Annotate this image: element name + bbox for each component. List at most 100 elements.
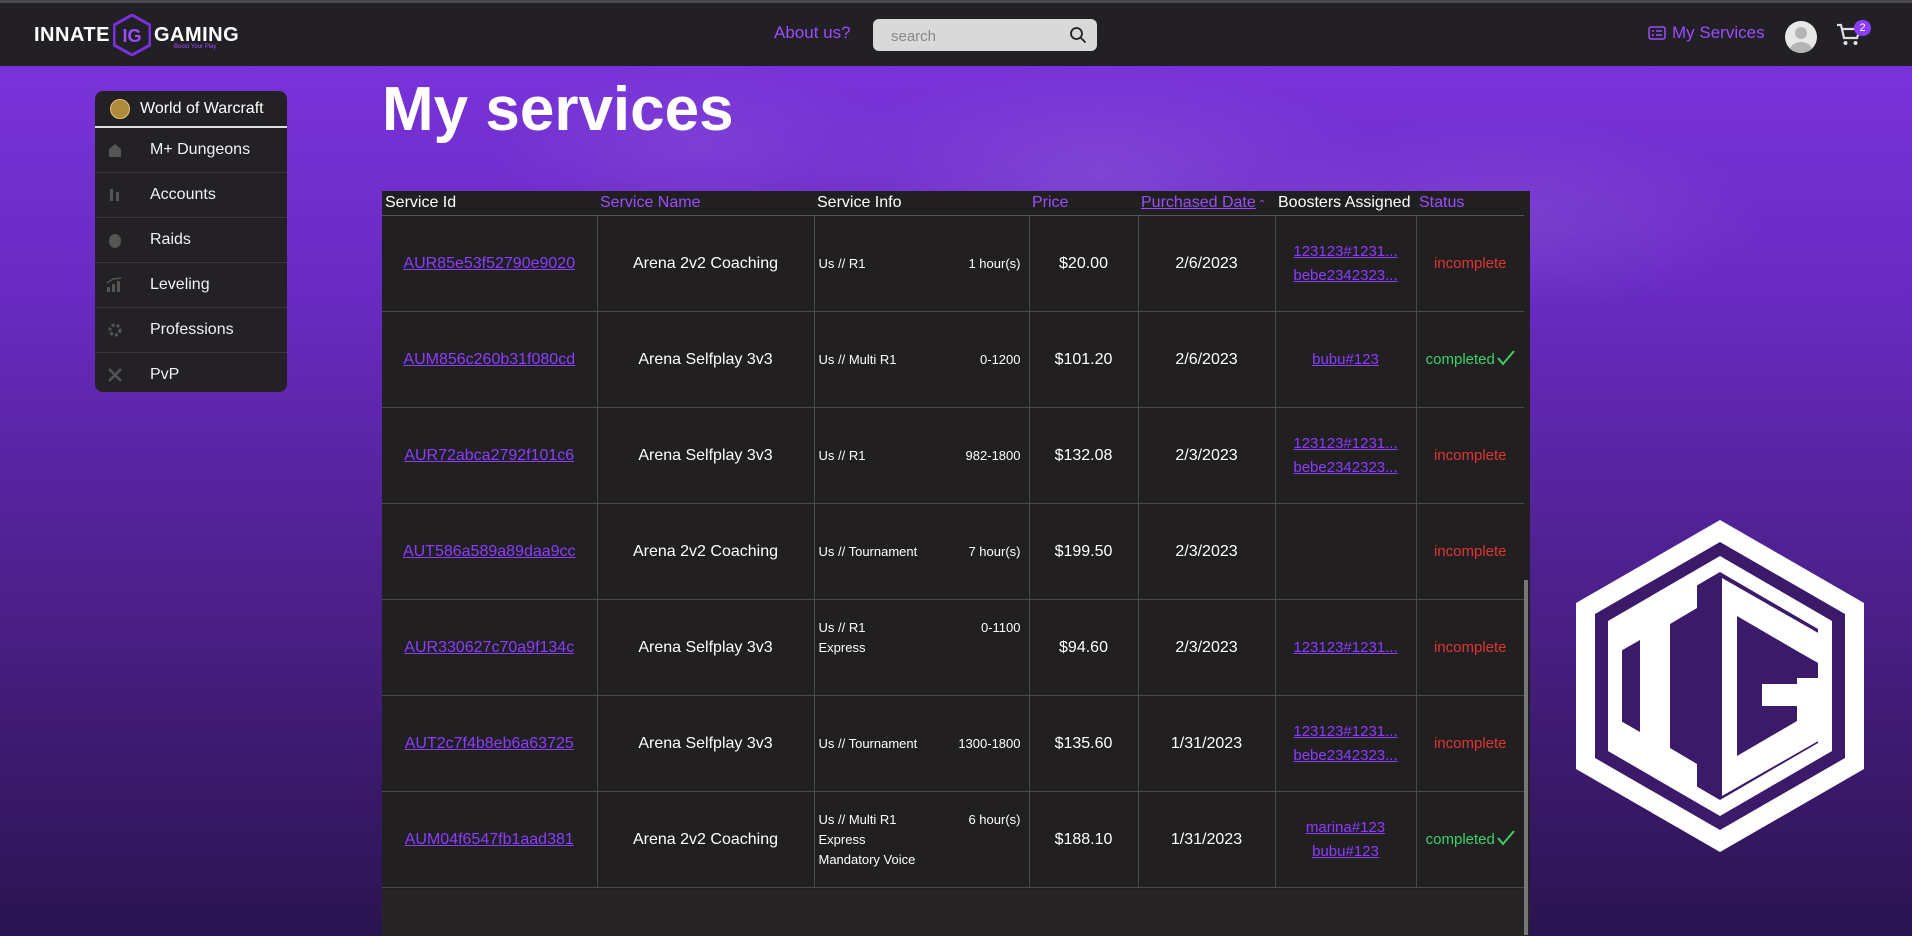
avatar[interactable] [1785, 21, 1817, 53]
service-info-line: Express [818, 832, 866, 847]
table-header-row: Service Id Service Name Service Info Pri… [382, 191, 1524, 216]
service-info-cell: Us // Tournament 1300-1800 [814, 695, 1030, 792]
column-header-status[interactable]: Status [1416, 191, 1524, 216]
price-cell: $135.60 [1029, 695, 1139, 792]
column-header-purchased-date[interactable]: Purchased Date ⌃ [1138, 191, 1275, 216]
sidebar-game-title: World of Warcraft [140, 99, 264, 117]
service-info-cell: Us // R1 982-1800 [814, 407, 1030, 504]
service-id-cell: AUR72abca2792f101c6 [382, 407, 598, 504]
service-id-cell: AUM856c260b31f080cd [382, 311, 598, 408]
sidebar-item-accounts[interactable]: Accounts [95, 173, 287, 218]
my-services-label: My Services [1672, 23, 1765, 42]
status-badge: completed [1425, 831, 1495, 848]
service-info-line: Us // R1 [818, 448, 866, 463]
booster-link[interactable]: bebe2342323... [1291, 264, 1401, 288]
boosters-cell: 123123#1231... bebe2342323... [1275, 215, 1417, 312]
check-icon [1497, 350, 1515, 366]
service-info-cell: Us // Multi R1 Express Mandatory Voice 6 ho… [814, 791, 1030, 888]
services-table-body: AUR85e53f52790e9020 Arena 2v2 Coaching Us … [382, 215, 1524, 888]
status-cell: incomplete [1416, 215, 1524, 312]
about-us-link[interactable]: About us? [774, 23, 851, 43]
my-services-link[interactable]: My Services [1648, 23, 1765, 43]
booster-link[interactable]: 123123#1231... [1291, 720, 1401, 744]
service-info-line: Us // Multi R1 [818, 812, 897, 827]
service-name-cell: Arena 2v2 Coaching [597, 791, 815, 888]
service-info-cell: Us // Tournament 7 hour(s) [814, 503, 1030, 600]
booster-link[interactable]: 123123#1231... [1291, 432, 1401, 456]
sidebar-item-m-dungeons[interactable]: M+ Dungeons [95, 128, 287, 173]
price-cell: $20.00 [1029, 215, 1139, 312]
table-row: AUT586a589a89daa9cc Arena 2v2 Coaching Us … [382, 503, 1524, 600]
booster-link[interactable]: bubu#123 [1291, 840, 1401, 864]
table-row: AUR330627c70a9f134c Arena Selfplay 3v3 Us … [382, 599, 1524, 696]
service-info-right: 1300-1800 [958, 736, 1021, 751]
sidebar-item-professions[interactable]: Professions [95, 308, 287, 353]
booster-link[interactable]: 123123#1231... [1291, 240, 1401, 264]
service-info-left: Us // R1 [819, 254, 866, 274]
logo-tagline: Boost Your Play [174, 44, 217, 50]
service-id-link[interactable]: AUT586a589a89daa9cc [403, 543, 576, 560]
boosters-cell: 123123#1231... [1275, 599, 1417, 696]
service-info-cell: Us // R1 Express 0-1100 [814, 599, 1030, 696]
booster-link[interactable]: marina#123 [1291, 816, 1401, 840]
service-id-link[interactable]: AUR85e53f52790e9020 [403, 255, 575, 272]
service-id-link[interactable]: AUM04f6547fb1aad381 [405, 831, 574, 848]
service-info-right: 0-1200 [980, 352, 1021, 367]
leveling-icon [105, 276, 125, 294]
table-row: AUM856c260b31f080cd Arena Selfplay 3v3 Us … [382, 311, 1524, 408]
status-badge: incomplete [1433, 542, 1507, 560]
service-id-cell: AUT2c7f4b8eb6a63725 [382, 695, 598, 792]
status-cell: incomplete [1416, 695, 1524, 792]
search-input[interactable] [889, 19, 1063, 53]
service-name-cell: Arena 2v2 Coaching [597, 503, 815, 600]
user-avatar-icon [1790, 27, 1812, 53]
service-name-cell: Arena Selfplay 3v3 [597, 599, 815, 696]
service-id-link[interactable]: AUM856c260b31f080cd [403, 351, 575, 368]
logo-text-left: INNATE [34, 23, 110, 46]
status-cell: incomplete [1416, 599, 1524, 696]
booster-link[interactable]: bubu#123 [1291, 348, 1401, 372]
table-row: AUT2c7f4b8eb6a63725 Arena Selfplay 3v3 Us … [382, 695, 1524, 792]
service-info-line: Us // R1 [818, 620, 866, 635]
sidebar-item-leveling[interactable]: Leveling [95, 263, 287, 308]
service-id-cell: AUM04f6547fb1aad381 [382, 791, 598, 888]
service-id-link[interactable]: AUT2c7f4b8eb6a63725 [405, 735, 574, 752]
sidebar-item-raids[interactable]: Raids [95, 218, 287, 263]
booster-link[interactable]: 123123#1231... [1291, 636, 1401, 660]
service-id-cell: AUR330627c70a9f134c [382, 599, 598, 696]
service-id-cell: AUT586a589a89daa9cc [382, 503, 598, 600]
purchased-date-cell: 2/6/2023 [1138, 215, 1276, 312]
service-info-line: Us // Tournament [818, 736, 918, 751]
search-icon[interactable] [1069, 26, 1087, 44]
service-info-line: Us // Tournament [818, 544, 918, 559]
purchased-date-cell: 2/6/2023 [1138, 311, 1276, 408]
sidebar-item-label: Leveling [150, 276, 210, 293]
boosters-cell: bubu#123 [1275, 311, 1417, 408]
cart-button[interactable]: 2 [1836, 20, 1871, 49]
status-cell: completed [1416, 311, 1524, 408]
ig-watermark-logo [1576, 520, 1864, 852]
wow-icon [110, 98, 130, 119]
column-header-price[interactable]: Price [1029, 191, 1138, 216]
sidebar-game-header[interactable]: World of Warcraft [95, 91, 287, 128]
service-id-link[interactable]: AUR72abca2792f101c6 [404, 447, 574, 464]
booster-link[interactable]: bebe2342323... [1291, 744, 1401, 768]
sidebar-item-label: Professions [150, 321, 234, 338]
logo-hex-icon: IG [112, 14, 151, 56]
purchased-date-cell: 1/31/2023 [1138, 695, 1276, 792]
sidebar-item-label: Raids [150, 231, 191, 248]
service-id-link[interactable]: AUR330627c70a9f134c [404, 639, 574, 656]
top-nav: INNATE IG GAMING Boost Your Play About u… [0, 3, 1912, 66]
sidebar-item-pvp[interactable]: PvP [95, 353, 287, 392]
professions-icon [105, 321, 125, 339]
list-icon [1648, 26, 1666, 40]
brand-logo[interactable]: INNATE IG GAMING Boost Your Play [34, 14, 239, 56]
column-header-service-name[interactable]: Service Name [597, 191, 814, 216]
purchased-date-cell: 2/3/2023 [1138, 407, 1276, 504]
pvp-icon [105, 366, 125, 384]
price-cell: $101.20 [1029, 311, 1139, 408]
boosters-cell: 123123#1231... bebe2342323... [1275, 695, 1417, 792]
services-table-container: Service Id Service Name Service Info Pri… [382, 191, 1530, 936]
table-scrollbar[interactable] [1524, 580, 1528, 935]
booster-link[interactable]: bebe2342323... [1291, 456, 1401, 480]
